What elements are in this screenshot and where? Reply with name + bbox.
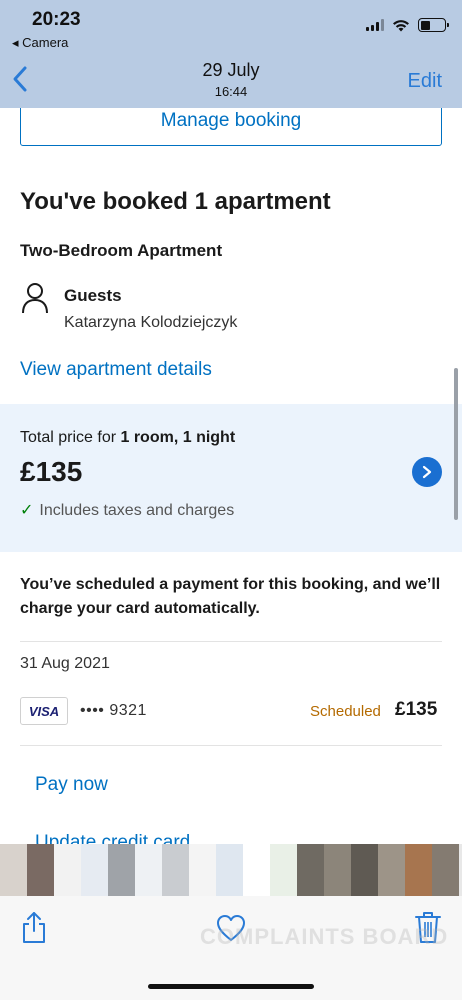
price-panel[interactable]: Total price for 1 room, 1 night £135 ✓ In… [0, 404, 462, 552]
payment-date: 31 Aug 2021 [20, 655, 110, 672]
booking-title: You've booked 1 apartment [20, 188, 331, 215]
manage-booking-button[interactable]: Manage booking [20, 108, 442, 146]
check-icon: ✓ [20, 502, 34, 519]
person-icon [22, 283, 48, 314]
photo-thumbnail[interactable] [324, 844, 351, 896]
scrollbar[interactable] [454, 368, 458, 520]
cellular-signal-icon [366, 19, 384, 31]
chevron-right-icon [422, 465, 432, 479]
price-label: Total price for 1 room, 1 night [20, 429, 236, 446]
scheduled-payment-message: You’ve scheduled a payment for this book… [20, 576, 441, 617]
includes-taxes-note: ✓ Includes taxes and charges [20, 502, 235, 519]
divider [20, 641, 442, 642]
divider [20, 745, 442, 746]
photo-thumbnail[interactable] [405, 844, 432, 896]
share-icon[interactable] [20, 910, 48, 944]
photo-toolbar: COMPLAINTS BOARD [0, 896, 462, 1000]
booking-confirmation-content: Manage booking You've booked 1 apartment… [0, 108, 462, 844]
scheduled-amount: £135 [395, 699, 438, 720]
back-to-camera-link[interactable]: ◂ Camera [12, 35, 68, 51]
photo-thumbnail[interactable] [81, 844, 108, 896]
watermark: COMPLAINTS BOARD [200, 924, 449, 949]
photo-thumbnail[interactable] [108, 844, 135, 896]
photo-thumbnail[interactable] [54, 844, 81, 896]
photo-thumbnail[interactable] [135, 844, 162, 896]
photo-thumbnail[interactable] [189, 844, 216, 896]
payment-status-badge: Scheduled [310, 703, 381, 720]
photo-time-subtitle: 16:44 [214, 84, 248, 99]
photo-thumbnail[interactable] [270, 844, 297, 896]
room-name: Two-Bedroom Apartment [20, 241, 223, 260]
guests-label: Guests [64, 286, 122, 305]
photo-date-title: 29 July [202, 60, 260, 80]
card-number: •••• 9321 [80, 702, 147, 719]
photo-thumbnail[interactable] [432, 844, 459, 896]
photo-thumbnail[interactable] [27, 844, 54, 896]
edit-button[interactable]: Edit [408, 70, 442, 93]
photo-thumbnail[interactable] [378, 844, 405, 896]
battery-icon [418, 18, 449, 32]
status-indicators [366, 18, 449, 32]
photo-thumbnail[interactable] [162, 844, 189, 896]
pay-now-link[interactable]: Pay now [35, 774, 108, 796]
photo-thumbnail-strip[interactable] [0, 844, 462, 896]
update-credit-card-link[interactable]: Update credit card [35, 832, 190, 844]
home-indicator[interactable] [148, 984, 314, 989]
photo-thumbnail[interactable] [243, 844, 270, 896]
photo-thumbnail[interactable] [0, 844, 27, 896]
total-price: £135 [20, 456, 83, 487]
wifi-icon [393, 19, 409, 31]
status-time: 20:23 [32, 9, 81, 30]
photo-thumbnail[interactable] [351, 844, 378, 896]
photo-thumbnail[interactable] [297, 844, 324, 896]
visa-card-logo: VISA [20, 697, 68, 725]
photo-thumbnail[interactable] [216, 844, 243, 896]
photo-viewer-header: 20:23 ◂ Camera 29 July 16:44 Edit [0, 0, 462, 108]
guest-name: Katarzyna Kolodziejczyk [64, 314, 238, 331]
price-details-button[interactable] [412, 457, 442, 487]
view-apartment-details-link[interactable]: View apartment details [20, 359, 212, 381]
